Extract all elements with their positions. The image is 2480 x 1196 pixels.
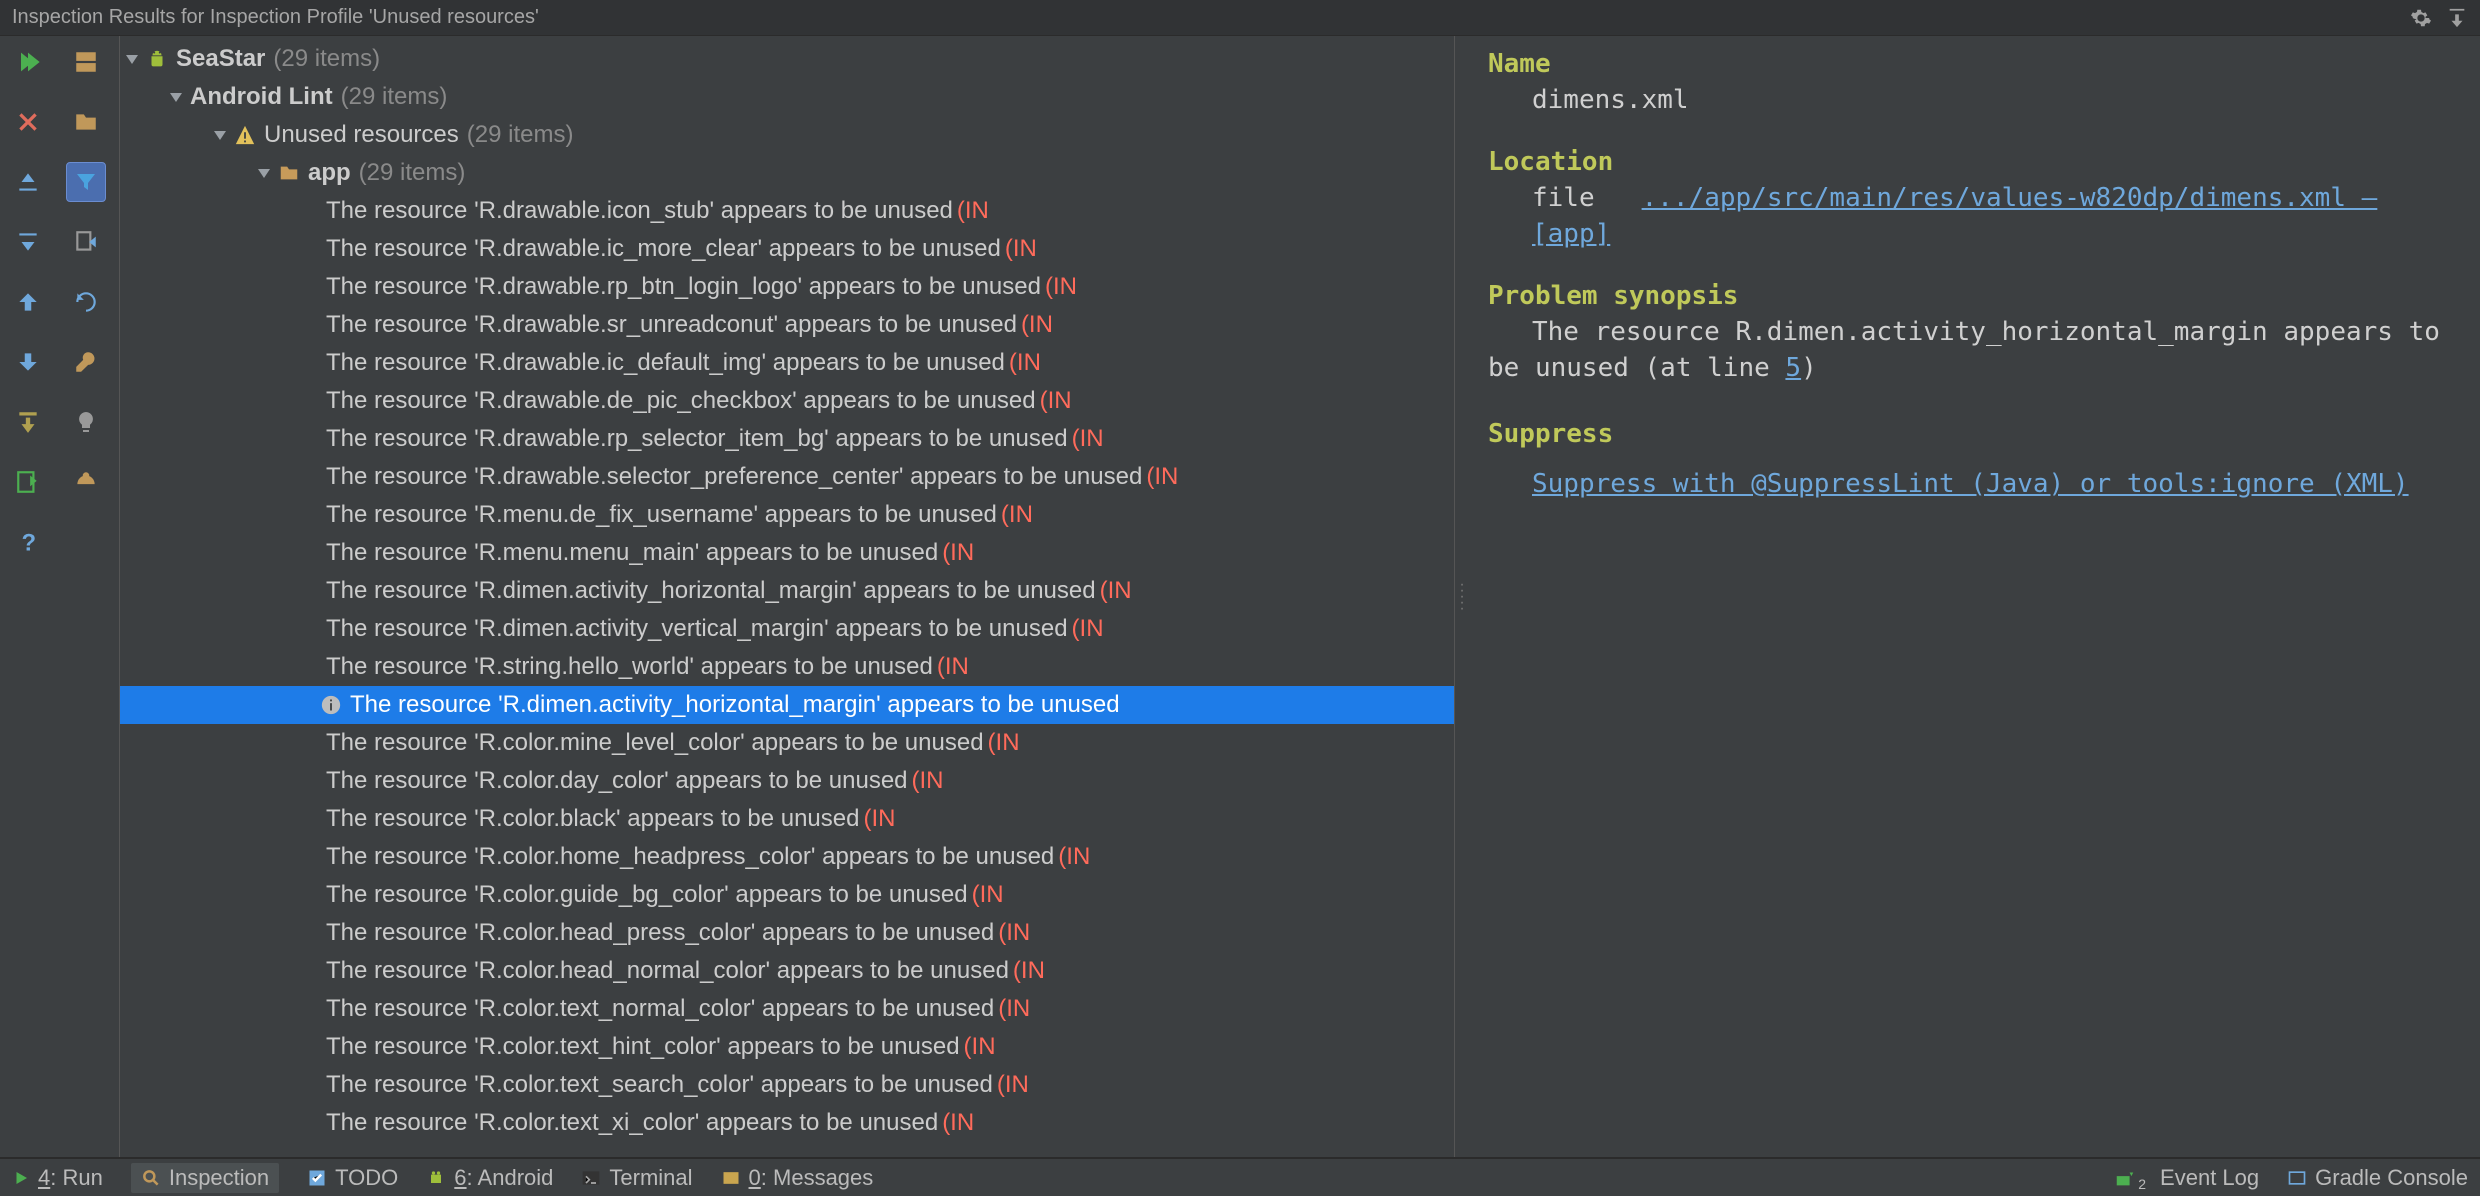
problem-text-post: ) — [1801, 353, 1817, 383]
fix-icon[interactable] — [66, 342, 106, 382]
export-icon[interactable] — [8, 402, 48, 442]
filter-icon[interactable] — [66, 162, 106, 202]
bulb-icon[interactable] — [66, 402, 106, 442]
name-value: dimens.xml — [1488, 82, 2462, 118]
tree-row[interactable]: The resource 'R.color.mine_level_color' … — [120, 724, 1454, 762]
tree-row[interactable]: The resource 'R.drawable.de_pic_checkbox… — [120, 382, 1454, 420]
gear-icon[interactable] — [2410, 7, 2432, 29]
statusbar: 4: Run Inspection TODO 6: Android Termin… — [0, 1158, 2480, 1196]
tree-row[interactable]: The resource 'R.color.text_xi_color' app… — [120, 1104, 1454, 1142]
tree-row[interactable]: The resource 'R.drawable.sr_unreadconut'… — [120, 306, 1454, 344]
location-prefix: file — [1532, 183, 1595, 213]
tree-row[interactable]: The resource 'R.menu.de_fix_username' ap… — [120, 496, 1454, 534]
close-icon[interactable] — [8, 102, 48, 142]
tree-row[interactable]: Unused resources(29 items) — [120, 116, 1454, 154]
chevron-down-icon — [170, 93, 182, 102]
profile-icon[interactable] — [66, 462, 106, 502]
problem-label: Problem synopsis — [1488, 278, 2462, 314]
line-link[interactable]: 5 — [1785, 353, 1801, 383]
tree-row[interactable]: The resource 'R.string.hello_world' appe… — [120, 648, 1454, 686]
next-icon[interactable] — [8, 342, 48, 382]
tree-row[interactable]: The resource 'R.color.head_normal_color'… — [120, 952, 1454, 990]
chevron-down-icon — [126, 55, 138, 64]
tree-row[interactable]: Android Lint(29 items) — [120, 78, 1454, 116]
tree-row[interactable]: The resource 'R.drawable.icon_stub' appe… — [120, 192, 1454, 230]
open-icon[interactable] — [8, 462, 48, 502]
suppress-link[interactable]: Suppress with @SuppressLint (Java) or to… — [1532, 469, 2409, 499]
tree-row[interactable]: The resource 'R.color.home_headpress_col… — [120, 838, 1454, 876]
tree-row[interactable]: The resource 'R.drawable.selector_prefer… — [120, 458, 1454, 496]
terminal-label: Terminal — [609, 1165, 692, 1191]
group-folder-icon[interactable] — [66, 102, 106, 142]
location-label: Location — [1488, 144, 2462, 180]
eventlog-count: 2 — [2138, 1176, 2146, 1192]
suppress-label: Suppress — [1488, 416, 2462, 452]
tree-row[interactable]: The resource 'R.drawable.ic_more_clear' … — [120, 230, 1454, 268]
folder-icon — [278, 162, 300, 184]
collapse-up-icon[interactable] — [8, 222, 48, 262]
autoscroll-icon[interactable] — [66, 222, 106, 262]
inspection-tree[interactable]: SeaStar(29 items)Android Lint(29 items)U… — [120, 36, 1454, 1157]
tab-terminal[interactable]: Terminal — [581, 1165, 692, 1191]
tree-row[interactable]: The resource 'R.color.text_normal_color'… — [120, 990, 1454, 1028]
hide-icon[interactable] — [2446, 7, 2468, 29]
title-text: Inspection Results for Inspection Profil… — [12, 6, 539, 29]
info-icon — [320, 694, 342, 716]
tree-row[interactable]: The resource 'R.color.text_hint_color' a… — [120, 1028, 1454, 1066]
help-icon[interactable]: ? — [8, 522, 48, 562]
tree-row[interactable]: SeaStar(29 items) — [120, 40, 1454, 78]
chevron-down-icon — [258, 169, 270, 178]
tree-row[interactable]: The resource 'R.color.black' appears to … — [120, 800, 1454, 838]
problem-text: The resource R.dimen.activity_horizontal… — [1488, 317, 2440, 383]
todo-label: TODO — [335, 1165, 398, 1191]
svg-text:?: ? — [22, 530, 37, 555]
tab-inspection[interactable]: Inspection — [131, 1163, 279, 1193]
tree-row[interactable]: The resource 'R.dimen.activity_horizonta… — [120, 572, 1454, 610]
inspection-label: Inspection — [169, 1165, 269, 1191]
tree-row[interactable]: The resource 'R.color.guide_bg_color' ap… — [120, 876, 1454, 914]
tree-row[interactable]: The resource 'R.drawable.rp_selector_ite… — [120, 420, 1454, 458]
tab-run[interactable]: 4: Run — [12, 1165, 103, 1191]
tree-row[interactable]: The resource 'R.dimen.activity_vertical_… — [120, 610, 1454, 648]
splitter[interactable]: ····· — [1454, 36, 1470, 1157]
tree-row[interactable]: The resource 'R.drawable.rp_btn_login_lo… — [120, 268, 1454, 306]
run-label-u: 4 — [38, 1165, 50, 1190]
expand-down-icon[interactable] — [8, 162, 48, 202]
gradle-label: Gradle Console — [2315, 1165, 2468, 1191]
tab-eventlog[interactable]: 2 Event Log — [2114, 1165, 2259, 1191]
tree-row[interactable]: The resource 'R.color.head_press_color' … — [120, 914, 1454, 952]
eventlog-label: Event Log — [2160, 1165, 2259, 1191]
rerun-icon[interactable] — [8, 42, 48, 82]
tree-row[interactable]: The resource 'R.color.text_search_color'… — [120, 1066, 1454, 1104]
refresh-icon[interactable] — [66, 282, 106, 322]
group-icon[interactable] — [66, 42, 106, 82]
tab-android[interactable]: 6: Android — [426, 1165, 553, 1191]
tab-todo[interactable]: TODO — [307, 1165, 398, 1191]
tree-row[interactable]: The resource 'R.drawable.ic_default_img'… — [120, 344, 1454, 382]
titlebar: Inspection Results for Inspection Profil… — [0, 0, 2480, 36]
tab-gradle[interactable]: Gradle Console — [2287, 1165, 2468, 1191]
tree-row[interactable]: The resource 'R.menu.menu_main' appears … — [120, 534, 1454, 572]
detail-panel: Name dimens.xml Location file .../app/sr… — [1470, 36, 2480, 1157]
android-icon — [146, 48, 168, 70]
toolbar-gutter: ? — [0, 36, 120, 1157]
tree-row[interactable]: app(29 items) — [120, 154, 1454, 192]
name-label: Name — [1488, 46, 2462, 82]
file-link[interactable]: .../app/src/main/res/values-w820dp/dimen… — [1532, 183, 2377, 249]
prev-icon[interactable] — [8, 282, 48, 322]
tree-row[interactable]: The resource 'R.dimen.activity_horizonta… — [120, 686, 1454, 724]
warning-icon — [234, 124, 256, 146]
tree-row[interactable]: The resource 'R.color.day_color' appears… — [120, 762, 1454, 800]
tab-messages[interactable]: 0: Messages — [721, 1165, 874, 1191]
chevron-down-icon — [214, 131, 226, 140]
